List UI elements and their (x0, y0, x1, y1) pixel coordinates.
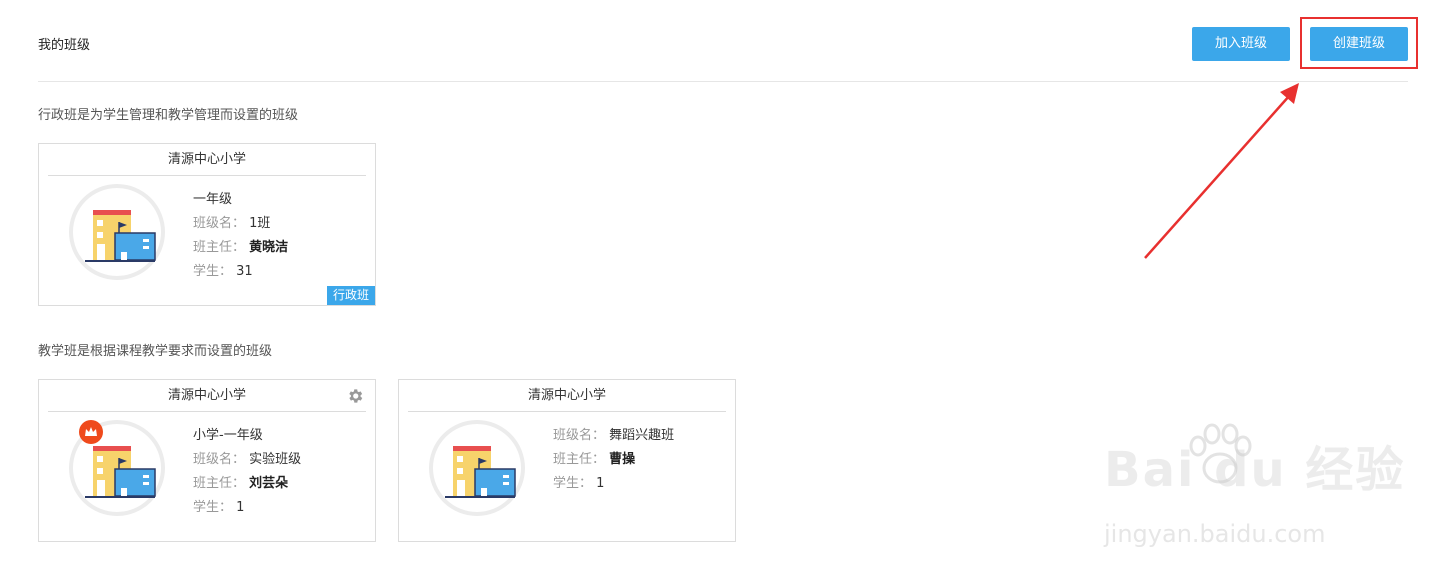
class-name-label: 班级名： (553, 428, 606, 443)
class-name-value: 舞蹈兴趣班 (609, 428, 675, 443)
teacher-label: 班主任： (553, 452, 606, 467)
page-title: 我的班级 (38, 38, 91, 53)
card-grade: 一年级 (193, 192, 233, 207)
class-card-admin[interactable]: 清源中心小学 一年级 班级名： 1班 班主任： 黄晓洁 学生： 31 行政班 (38, 143, 376, 306)
card-school-name: 清源中心小学 (48, 380, 366, 412)
students-value: 1 (596, 476, 605, 491)
watermark-brand: Bai du 经验 (1104, 442, 1406, 498)
students-value: 31 (236, 264, 253, 279)
teacher-value: 黄晓洁 (249, 240, 289, 255)
students-value: 1 (236, 500, 245, 515)
card-school-name: 清源中心小学 (408, 380, 726, 412)
students-label: 学生： (193, 264, 233, 279)
class-name-label: 班级名： (193, 216, 246, 231)
join-class-button[interactable]: 加入班级 (1192, 27, 1290, 61)
teacher-value: 曹操 (609, 452, 636, 467)
teacher-value: 刘芸朵 (249, 476, 289, 491)
card-grade: 小学-一年级 (193, 428, 263, 443)
teacher-label: 班主任： (193, 476, 246, 491)
building-icon (85, 210, 156, 262)
gear-icon[interactable] (346, 387, 364, 405)
class-card-teaching-1[interactable]: 清源中心小学 小学-一年级 班级名： 实验班级 班主任： 刘芸朵 学生： 1 (38, 379, 376, 542)
students-label: 学生： (553, 476, 593, 491)
class-card-teaching-2[interactable]: 清源中心小学 班级名： 舞蹈兴趣班 班主任： 曹操 学生： 1 (398, 379, 736, 542)
building-icon (85, 446, 156, 498)
teaching-section-description: 教学班是根据课程教学要求而设置的班级 (38, 344, 273, 359)
class-name-value: 实验班级 (249, 452, 302, 467)
watermark-url: jingyan.baidu.com (1104, 520, 1326, 548)
header-divider (38, 81, 1408, 82)
card-school-name: 清源中心小学 (48, 144, 366, 176)
teacher-label: 班主任： (193, 240, 246, 255)
students-label: 学生： (193, 500, 233, 515)
building-icon (445, 446, 516, 498)
highlight-box (1300, 17, 1418, 69)
class-name-label: 班级名： (193, 452, 246, 467)
class-type-tag: 行政班 (326, 286, 375, 305)
admin-section-description: 行政班是为学生管理和教学管理而设置的班级 (38, 108, 299, 123)
class-name-value: 1班 (249, 216, 271, 231)
